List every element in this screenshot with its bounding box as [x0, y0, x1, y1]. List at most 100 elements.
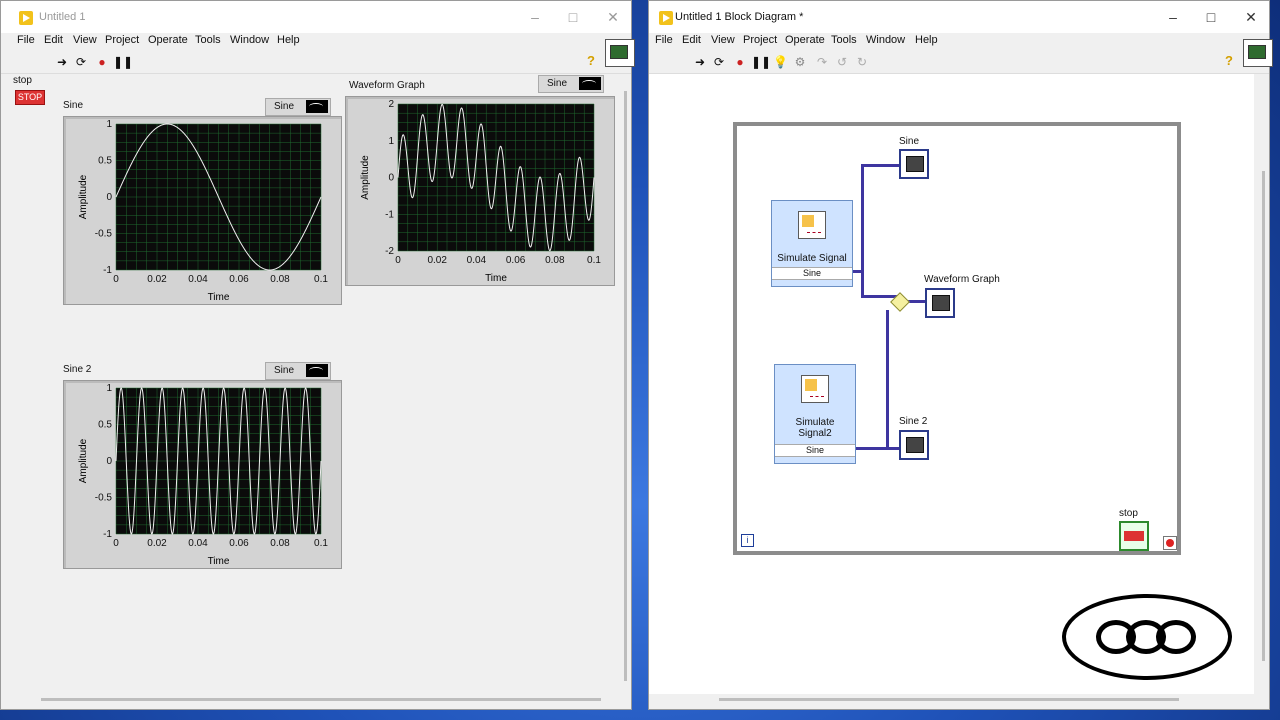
stop-button[interactable]: STOP [15, 90, 45, 105]
waveform-chart-sine[interactable]: 0 0.02 0.04 0.06 0.08 0.1 1 0.5 0 -0.5 -1 Time Ampli… [63, 116, 342, 305]
legend-sine-2[interactable]: Sine [265, 362, 331, 380]
x-axis-label: Time [208, 556, 230, 567]
minimize-icon[interactable]: – [1163, 9, 1183, 25]
menu-file[interactable]: File [655, 34, 673, 46]
horizontal-scrollbar[interactable] [41, 698, 601, 701]
wire-to-sine2-terminal[interactable] [886, 447, 900, 450]
legend-waveform-graph[interactable]: Sine [538, 75, 604, 93]
chart-title-waveform-graph: Waveform Graph [349, 80, 425, 91]
step-out-icon[interactable]: ↻ [855, 55, 869, 69]
while-loop[interactable]: i [733, 122, 1181, 555]
menu-window[interactable]: Window [866, 34, 905, 46]
vertical-scrollbar[interactable] [1262, 171, 1265, 661]
abort-icon[interactable]: ● [733, 55, 747, 69]
vertical-scrollbar[interactable] [624, 91, 627, 681]
run-arrow-icon[interactable]: ➜ [55, 55, 69, 69]
simulate-signal-icon [798, 211, 826, 239]
simulate-signal2-node[interactable]: Simulate Signal2 Sine [774, 364, 856, 464]
wire-sim2-out[interactable] [853, 447, 887, 450]
logo-ring-icon [1156, 620, 1196, 654]
wire-sim2-to-merge[interactable] [886, 310, 889, 450]
highlight-execution-icon[interactable]: 💡 [773, 55, 788, 69]
menu-edit[interactable]: Edit [682, 34, 701, 46]
menu-view[interactable]: View [711, 34, 735, 46]
menu-operate[interactable]: Operate [148, 34, 188, 46]
wire-to-sine-terminal[interactable] [861, 164, 899, 167]
context-help-icon[interactable]: ? [587, 53, 595, 68]
x-tick-label: 0.04 [188, 538, 208, 549]
simulate-signal-node[interactable]: Simulate Signal Sine [771, 200, 853, 287]
stop-button-terminal[interactable] [1119, 521, 1149, 551]
horizontal-scrollbar[interactable] [719, 698, 1179, 701]
x-tick-label: 0.06 [229, 538, 249, 549]
menu-view[interactable]: View [73, 34, 97, 46]
step-over-icon[interactable]: ↺ [835, 55, 849, 69]
menu-tools[interactable]: Tools [831, 34, 857, 46]
menu-file[interactable]: File [17, 34, 35, 46]
abort-icon[interactable]: ● [95, 55, 109, 69]
menu-operate[interactable]: Operate [785, 34, 825, 46]
stop-terminal-label: stop [1119, 508, 1138, 519]
x-axis-label: Time [208, 292, 230, 303]
menu-window[interactable]: Window [230, 34, 269, 46]
maximize-icon[interactable]: □ [563, 9, 583, 25]
front-panel-titlebar[interactable]: Untitled 1 – □ ✕ [1, 1, 631, 33]
simulate-signal-icon [801, 375, 829, 403]
menu-help[interactable]: Help [915, 34, 938, 46]
sine2-chart-terminal[interactable] [899, 430, 929, 460]
vi-icon[interactable] [605, 39, 635, 67]
run-continuously-icon[interactable]: ⟳ [74, 55, 88, 69]
retain-wire-values-icon[interactable]: ⚙ [793, 55, 807, 69]
close-icon[interactable]: ✕ [603, 9, 623, 26]
waveform-graph[interactable]: 0 0.02 0.04 0.06 0.08 0.1 2 1 0 -1 -2 Time Amplitude [345, 96, 615, 286]
x-tick-label: 0.08 [270, 274, 290, 285]
loop-condition-terminal[interactable] [1163, 536, 1177, 550]
simulate-signal-sine-port[interactable]: Sine [772, 267, 852, 280]
chart-svg: 0 0.02 0.04 0.06 0.08 0.1 2 1 0 -1 -2 Time Amplitude [360, 99, 601, 284]
pause-icon[interactable]: ❚❚ [113, 55, 133, 69]
plot-style-icon [306, 364, 328, 377]
minimize-icon[interactable]: – [525, 9, 545, 25]
x-tick-label: 0.06 [506, 255, 526, 266]
x-tick-label: 0 [395, 255, 401, 266]
menu-tools[interactable]: Tools [195, 34, 221, 46]
menu-help[interactable]: Help [277, 34, 300, 46]
y-tick-label: 1 [106, 383, 112, 394]
sine-terminal-label: Sine [899, 136, 920, 147]
x-tick-label: 0.02 [427, 255, 447, 266]
wire-sim1-branch[interactable] [861, 270, 864, 298]
run-arrow-icon[interactable]: ➜ [693, 55, 707, 69]
waveform-chart-sine-2[interactable]: 0 0.02 0.04 0.06 0.08 0.1 1 0.5 0 -0.5 -1 Time Ampli… [63, 380, 342, 569]
step-into-icon[interactable]: ↷ [815, 55, 829, 69]
vi-icon[interactable] [1243, 39, 1273, 67]
waveform-graph-terminal[interactable] [925, 288, 955, 318]
legend-text: Sine [274, 365, 295, 376]
menu-edit[interactable]: Edit [44, 34, 63, 46]
x-tick-label: 0 [113, 274, 119, 285]
iteration-terminal[interactable]: i [741, 534, 754, 547]
stop-icon [1124, 531, 1144, 541]
maximize-icon[interactable]: □ [1201, 9, 1221, 25]
block-diagram-titlebar[interactable]: Untitled 1 Block Diagram * – □ ✕ [649, 1, 1269, 33]
y-tick-label: 0.5 [98, 156, 112, 167]
y-tick-label: -1 [103, 529, 112, 540]
pause-icon[interactable]: ❚❚ [751, 55, 771, 69]
menu-project[interactable]: Project [105, 34, 139, 46]
chart-title-sine: Sine [63, 100, 84, 111]
run-continuously-icon[interactable]: ⟳ [712, 55, 726, 69]
simulate-signal-title: Simulate Signal [777, 253, 847, 264]
menubar: File Edit View Project Operate Tools Win… [649, 33, 1269, 51]
x-tick-label: 0.1 [587, 255, 601, 266]
x-tick-label: 0 [113, 538, 119, 549]
close-icon[interactable]: ✕ [1241, 9, 1261, 26]
context-help-icon[interactable]: ? [1225, 53, 1233, 68]
sine-chart-terminal[interactable] [899, 149, 929, 179]
plot-style-icon [306, 100, 328, 113]
simulate-signal2-title: Simulate Signal2 [795, 417, 835, 439]
y-tick-label: -0.5 [95, 229, 113, 240]
menu-project[interactable]: Project [743, 34, 777, 46]
wire-sim1-to-sine[interactable] [861, 164, 864, 272]
simulate-signal2-sine-port[interactable]: Sine [775, 444, 855, 457]
legend-sine[interactable]: Sine [265, 98, 331, 116]
x-tick-label: 0.1 [314, 538, 328, 549]
